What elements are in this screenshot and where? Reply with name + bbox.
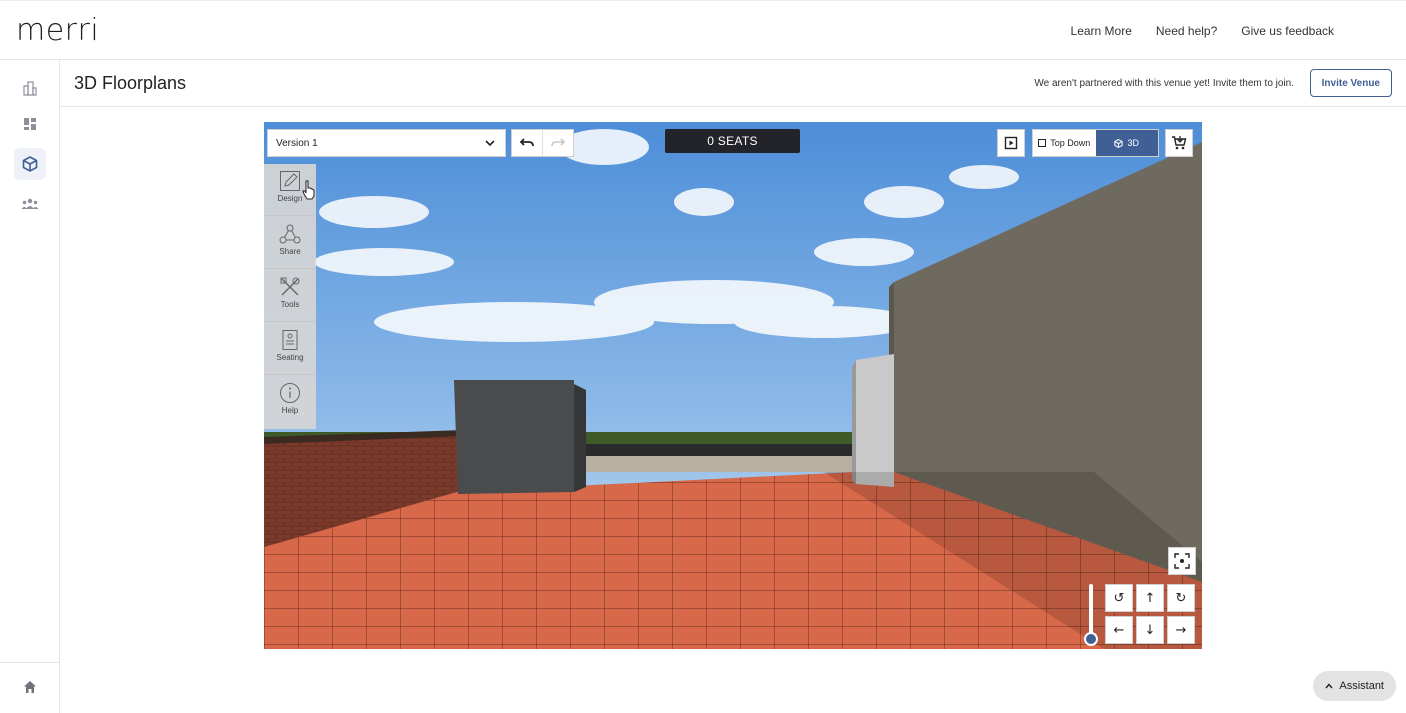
play-icon [1004,136,1018,150]
3d-view-button[interactable]: 3D [1095,130,1158,156]
undo-redo-group [511,129,574,157]
tool-share-label: Share [279,247,301,256]
cart-icon [1172,136,1187,150]
sidebar-item-venues[interactable] [14,72,46,104]
arrow-down-icon: ↓ [1144,622,1156,638]
chevron-up-icon [1325,683,1333,689]
square-icon [1038,139,1047,147]
building-icon [23,81,37,96]
move-right-button[interactable]: → [1167,616,1195,644]
page-title: 3D Floorplans [74,73,187,93]
arrow-left-icon: ← [1113,622,1125,638]
tool-seating-label: Seating [276,353,304,362]
play-walkthrough-button[interactable] [997,129,1025,157]
dashboard-icon [24,118,36,130]
learn-more-link[interactable]: Learn More [1071,24,1132,38]
move-down-button[interactable]: ↓ [1136,616,1164,644]
tools-icon [280,277,300,296]
redo-button[interactable] [542,130,573,156]
tool-help-label: Help [281,406,299,415]
camera-height-slider[interactable] [1089,584,1093,636]
tools-panel: Design Share Tools Seating Help [264,164,316,429]
chevron-down-icon [485,140,495,147]
view-mode-toggle: Top Down 3D [1032,129,1159,157]
left-sidebar [0,60,60,713]
page-header: 3D Floorplans We aren't partnered with t… [60,60,1406,107]
sidebar-item-team[interactable] [14,188,46,220]
people-icon [21,198,39,209]
scene-render[interactable] [264,122,1202,649]
move-up-button[interactable]: ↑ [1136,584,1164,612]
version-select-value: Version 1 [276,137,318,149]
tool-tools[interactable]: Tools [264,270,316,322]
sidebar-item-dashboard[interactable] [14,108,46,140]
rotate-left-button[interactable]: ↺ [1105,584,1133,612]
3d-label: 3D [1127,138,1139,148]
cube-icon [1114,138,1124,148]
camera-height-handle[interactable] [1084,632,1098,646]
undo-button[interactable] [512,130,542,156]
invite-venue-button[interactable]: Invite Venue [1309,69,1392,97]
seat-count-badge: 0 SEATS [665,129,800,153]
top-down-label: Top Down [1050,138,1091,148]
sidebar-item-3d-floorplans[interactable] [14,148,46,180]
focus-button[interactable] [1168,547,1196,575]
focus-icon [1174,553,1190,569]
arrow-up-icon: ↑ [1144,590,1156,606]
assistant-button[interactable]: Assistant [1313,671,1396,701]
seating-icon [282,330,298,350]
version-select[interactable]: Version 1 [267,129,506,157]
merri-logo[interactable]: merri [16,13,99,48]
info-icon [280,383,300,403]
tool-tools-label: Tools [280,300,300,309]
need-help-link[interactable]: Need help? [1156,24,1217,38]
tool-seating[interactable]: Seating [264,323,316,375]
move-left-button[interactable]: ← [1105,616,1133,644]
top-bar: merri Learn More Need help? Give us feed… [0,0,1406,60]
tool-share[interactable]: Share [264,217,316,269]
rotate-right-button[interactable]: ↻ [1167,584,1195,612]
pencil-icon [280,171,300,191]
tool-design-label: Design [277,194,303,203]
home-icon [24,681,36,693]
cube-icon [22,156,38,172]
redo-icon [551,138,565,147]
3d-viewport[interactable]: Version 1 0 SEATS Top Down 3D Design Sha… [264,122,1202,649]
undo-icon [520,138,534,147]
rotate-left-icon: ↺ [1113,590,1125,606]
share-icon [279,224,301,244]
tool-help[interactable]: Help [264,376,316,428]
partner-note: We aren't partnered with this venue yet!… [1034,78,1294,89]
hand-cursor-icon [302,180,315,200]
arrow-right-icon: → [1175,622,1187,638]
top-down-view-button[interactable]: Top Down [1033,130,1096,156]
rotate-right-icon: ↻ [1175,590,1187,606]
header-links: Learn More Need help? Give us feedback [1071,24,1334,38]
assistant-label: Assistant [1339,680,1384,692]
cart-button[interactable] [1165,129,1193,157]
feedback-link[interactable]: Give us feedback [1241,24,1334,38]
sidebar-divider [0,662,60,663]
home-button[interactable] [14,671,46,703]
